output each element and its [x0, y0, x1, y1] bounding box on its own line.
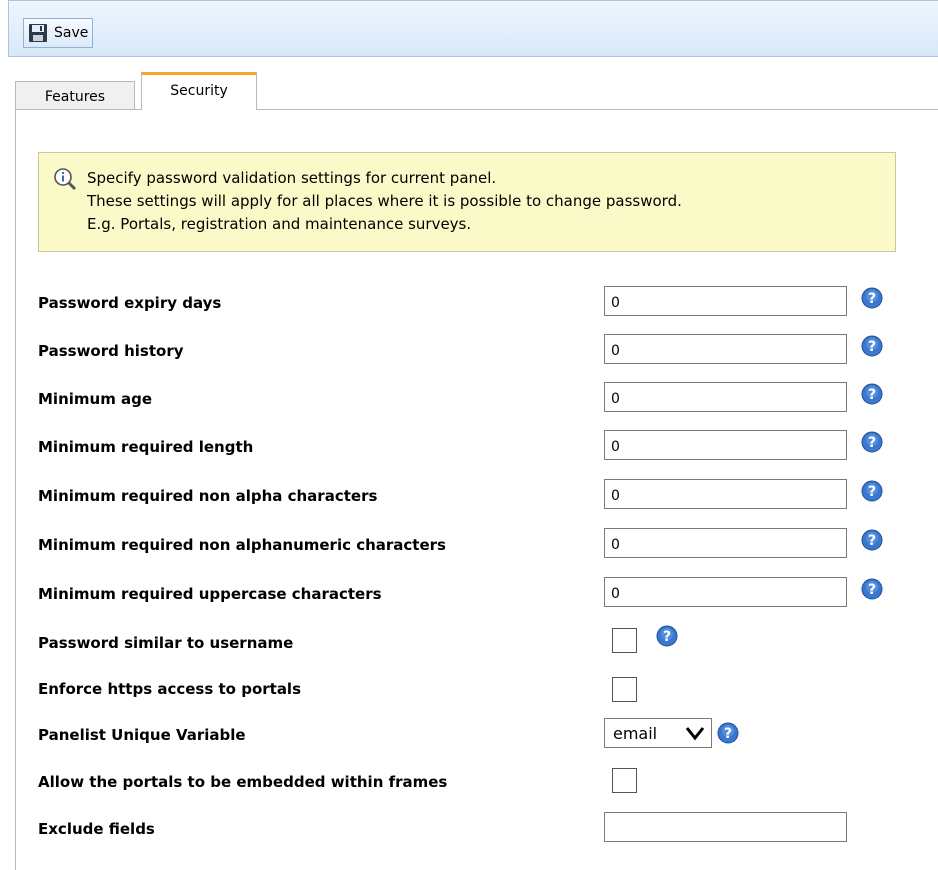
- info-line: E.g. Portals, registration and maintenan…: [87, 215, 472, 233]
- toolbar: Save: [8, 0, 938, 57]
- tab-security[interactable]: Security: [141, 72, 257, 110]
- panel-border: [256, 109, 938, 110]
- enforce-https-checkbox[interactable]: [612, 677, 637, 702]
- label-enforce-https: Enforce https access to portals: [38, 680, 302, 698]
- save-button[interactable]: Save: [23, 18, 94, 48]
- min-uppercase-input[interactable]: [604, 577, 847, 607]
- label-min-non-alpha: Minimum required non alpha characters: [38, 487, 378, 505]
- label-min-uppercase: Minimum required uppercase characters: [38, 585, 382, 603]
- magnifier-info-icon: [54, 168, 77, 191]
- svg-text:?: ?: [868, 291, 876, 307]
- label-minimum-age: Minimum age: [38, 390, 153, 408]
- password-similar-to-username-checkbox[interactable]: [612, 628, 637, 653]
- label-password-similar-to-username: Password similar to username: [38, 634, 294, 652]
- help-question-icon[interactable]: ?: [716, 721, 740, 745]
- svg-text:?: ?: [868, 582, 876, 598]
- label-allow-embedded-frames: Allow the portals to be embedded within …: [38, 773, 448, 791]
- allow-embedded-frames-checkbox[interactable]: [612, 768, 637, 793]
- info-line: These settings will apply for all places…: [87, 192, 682, 210]
- help-question-icon[interactable]: ?: [860, 382, 884, 406]
- exclude-fields-input[interactable]: [604, 812, 847, 842]
- minimum-age-input[interactable]: [604, 382, 847, 412]
- svg-text:?: ?: [868, 339, 876, 355]
- help-question-icon[interactable]: ?: [860, 528, 884, 552]
- svg-text:?: ?: [868, 387, 876, 403]
- help-question-icon[interactable]: ?: [860, 577, 884, 601]
- label-password-history: Password history: [38, 342, 184, 360]
- svg-text:?: ?: [724, 726, 732, 742]
- tab-security-label: Security: [170, 83, 228, 99]
- help-question-icon[interactable]: ?: [860, 334, 884, 358]
- password-expiry-days-input[interactable]: [604, 286, 847, 316]
- help-question-icon[interactable]: ?: [655, 624, 679, 648]
- info-line: Specify password validation settings for…: [87, 169, 497, 187]
- svg-text:?: ?: [868, 533, 876, 549]
- help-question-icon[interactable]: ?: [860, 430, 884, 454]
- label-panelist-unique-variable: Panelist Unique Variable: [38, 726, 246, 744]
- password-history-input[interactable]: [604, 334, 847, 364]
- panel-border: [15, 109, 141, 110]
- svg-text:?: ?: [868, 484, 876, 500]
- chevron-down-icon: [685, 727, 705, 741]
- svg-text:?: ?: [868, 435, 876, 451]
- floppy-disk-icon: [29, 24, 47, 42]
- panelist-unique-variable-select[interactable]: email: [604, 718, 712, 748]
- tab-strip: Features Security: [8, 72, 938, 110]
- save-button-label: Save: [54, 25, 89, 41]
- info-box: Specify password validation settings for…: [38, 152, 896, 252]
- label-minimum-required-length: Minimum required length: [38, 438, 254, 456]
- min-non-alpha-input[interactable]: [604, 479, 847, 509]
- svg-text:?: ?: [663, 629, 671, 645]
- minimum-required-length-input[interactable]: [604, 430, 847, 460]
- label-password-expiry-days: Password expiry days: [38, 294, 222, 312]
- help-question-icon[interactable]: ?: [860, 479, 884, 503]
- select-value: email: [613, 723, 658, 743]
- tab-features-label: Features: [44, 89, 106, 105]
- help-question-icon[interactable]: ?: [860, 286, 884, 310]
- label-min-non-alphanumeric: Minimum required non alphanumeric charac…: [38, 536, 446, 554]
- label-exclude-fields: Exclude fields: [38, 820, 155, 838]
- tab-features[interactable]: Features: [15, 81, 135, 110]
- min-non-alphanumeric-input[interactable]: [604, 528, 847, 558]
